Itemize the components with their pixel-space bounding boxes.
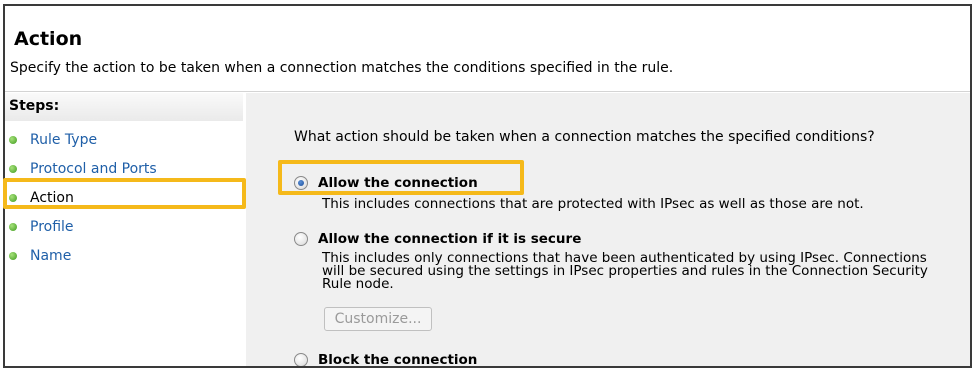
allow-if-secure-radio[interactable]	[294, 232, 308, 246]
allow-if-secure-label[interactable]: Allow the connection if it is secure	[318, 231, 581, 247]
action-panel: What action should be taken when a conne…	[246, 93, 970, 366]
step-bullet-icon	[9, 252, 17, 260]
allow-if-secure-description-line: will be secured using the settings in IP…	[322, 263, 928, 279]
customize-button[interactable]: Customize...	[324, 307, 432, 331]
action-question: What action should be taken when a conne…	[294, 129, 875, 145]
allow-connection-highlight	[278, 160, 524, 195]
allow-connection-description: This includes connections that are prote…	[322, 196, 864, 212]
page-description: Specify the action to be taken when a co…	[10, 60, 674, 76]
action-step-highlight	[3, 178, 246, 209]
wizard-header: Action Specify the action to be taken wh…	[5, 6, 970, 92]
page-title: Action	[14, 28, 83, 50]
step-bullet-icon	[9, 136, 17, 144]
step-name[interactable]: Name	[5, 243, 241, 269]
steps-sidebar: Steps: Rule Type Protocol and Ports Acti…	[5, 93, 245, 366]
steps-heading: Steps:	[5, 93, 243, 121]
block-connection-label[interactable]: Block the connection	[318, 352, 477, 366]
step-label: Name	[30, 248, 72, 264]
step-bullet-icon	[9, 223, 17, 231]
block-connection-radio[interactable]	[294, 353, 308, 366]
step-bullet-icon	[9, 165, 17, 173]
step-rule-type[interactable]: Rule Type	[5, 127, 241, 153]
allow-if-secure-description-line: Rule node.	[322, 276, 394, 292]
step-label: Profile	[30, 219, 74, 235]
step-label: Rule Type	[30, 132, 98, 148]
step-profile[interactable]: Profile	[5, 214, 241, 240]
